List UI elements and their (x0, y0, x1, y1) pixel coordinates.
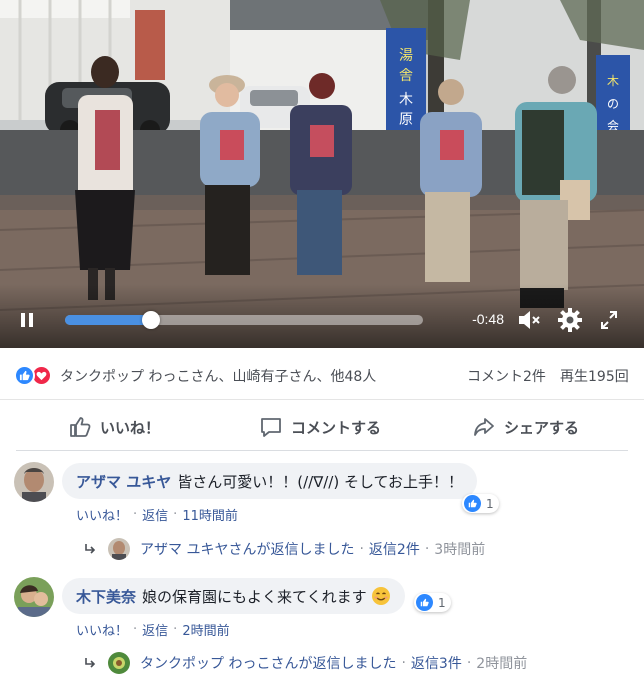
separator-dot: · (359, 541, 364, 557)
settings-gear-icon[interactable] (557, 307, 583, 333)
comment-time[interactable]: 11時間前 (182, 505, 238, 524)
svg-text:原: 原 (399, 112, 413, 128)
pause-button[interactable] (20, 313, 36, 329)
separator-dot: · (133, 507, 138, 522)
reaction-names[interactable]: タンクポップ わっこさん、山崎有子さん、他48人 (60, 366, 376, 386)
comment-reply-link[interactable]: 返信 (142, 505, 168, 524)
avatar[interactable] (14, 462, 54, 502)
fullscreen-icon[interactable] (598, 307, 620, 333)
svg-text:木: 木 (607, 74, 619, 88)
comment-like-link[interactable]: いいね！ (76, 620, 128, 639)
comment-like-count[interactable]: 1 (414, 593, 451, 612)
reply-count[interactable]: 返信2件 (369, 539, 420, 559)
comment-text: 娘の保育園にもよく来てくれます (142, 587, 367, 606)
separator-dot: · (424, 541, 430, 557)
comment-text: 皆さん可愛い！！(//∇//) そしてお上手！！ (177, 472, 464, 491)
separator-dot: · (173, 507, 178, 522)
share-arrow-icon (474, 418, 494, 436)
view-count: 再生195回 (560, 369, 629, 385)
svg-text:湯: 湯 (399, 47, 413, 64)
comment-like-link[interactable]: いいね！ (76, 505, 128, 524)
share-button-label: シェアする (504, 418, 580, 437)
comment-author[interactable]: アザマ ユキヤ (76, 471, 171, 492)
mute-icon[interactable] (516, 307, 542, 333)
reply-count[interactable]: 返信3件 (411, 653, 462, 673)
reply-summary[interactable]: アザマ ユキヤさんが返信しました · 返信2件 · 3時間前 (84, 538, 485, 560)
like-count-number: 1 (486, 496, 494, 511)
pause-icon (21, 313, 25, 327)
comment-like-count[interactable]: 1 (462, 494, 499, 513)
like-reaction-icon (14, 365, 35, 386)
reply-summary-text[interactable]: アザマ ユキヤさんが返信しました (140, 539, 354, 559)
time-remaining: -0:48 (472, 311, 504, 327)
separator-dot: · (466, 655, 472, 671)
svg-text:舎: 舎 (399, 68, 413, 84)
comment-author[interactable]: 木下美奈 (76, 586, 136, 607)
share-button[interactable]: シェアする (472, 413, 579, 441)
action-bar: いいね！ コメントする シェアする (16, 401, 628, 451)
comment-bubble: 木下美奈 娘の保育園にもよく来てくれます (62, 578, 405, 614)
separator-dot: · (401, 655, 406, 671)
progress-fill (65, 315, 151, 325)
comment-reply-link[interactable]: 返信 (142, 620, 168, 639)
reply-summary-text[interactable]: タンクポップ わっこさんが返信しました (140, 653, 396, 673)
like-button[interactable]: いいね！ (68, 413, 160, 441)
smiling-face-emoji-icon (371, 587, 390, 605)
comment-button-label: コメントする (291, 418, 382, 437)
comment-meta: いいね！ · 返信 · 11時間前 (76, 505, 238, 524)
like-count-number: 1 (438, 595, 446, 610)
like-reaction-icon (464, 495, 481, 512)
reply-avatar (108, 652, 130, 674)
reaction-stats-bar: タンクポップ わっこさん、山崎有子さん、他48人 コメント2件 再生195回 (0, 348, 644, 400)
svg-text:の: の (607, 97, 619, 111)
thumbs-up-icon (70, 417, 91, 437)
comment-meta: いいね！ · 返信 · 2時間前 (76, 620, 230, 639)
reply-summary[interactable]: タンクポップ わっこさんが返信しました · 返信3件 · 2時間前 (84, 652, 527, 674)
like-reaction-icon (416, 594, 433, 611)
separator-dot: · (173, 622, 178, 637)
progress-bar[interactable] (65, 311, 423, 329)
reaction-icons[interactable] (14, 365, 52, 386)
comment-time[interactable]: 2時間前 (182, 620, 229, 639)
comment-count[interactable]: コメント2件 (467, 366, 546, 386)
reply-time: 2時間前 (476, 656, 528, 672)
like-button-label: いいね！ (100, 418, 161, 437)
video-player[interactable]: 湯 舎 木 原 会 木 の 会 (0, 0, 644, 348)
progress-scrubber[interactable] (141, 311, 160, 329)
pause-icon-bar (29, 313, 33, 327)
svg-text:木: 木 (399, 92, 413, 108)
avatar[interactable] (14, 577, 54, 617)
comment-icon (261, 418, 281, 437)
separator-dot: · (133, 622, 138, 637)
reply-avatar (108, 538, 130, 560)
comment-button[interactable]: コメントする (259, 413, 381, 441)
comment-bubble: アザマ ユキヤ 皆さん可愛い！！(//∇//) そしてお上手！！ (62, 463, 478, 499)
reply-time: 3時間前 (434, 542, 486, 558)
reply-arrow-icon (85, 658, 96, 668)
reply-arrow-icon (85, 544, 96, 554)
